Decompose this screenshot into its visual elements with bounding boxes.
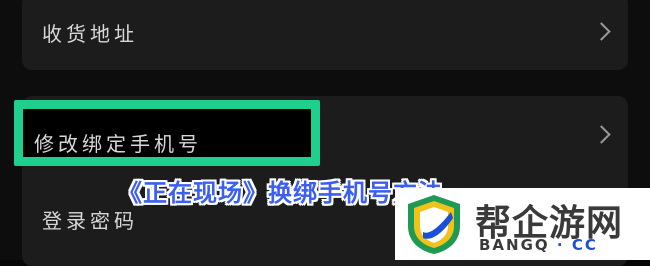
highlight-box: 修改绑定手机号 (14, 100, 320, 166)
watermark-domain-separator: · (556, 236, 565, 254)
settings-item-label: 修改绑定手机号 (34, 131, 202, 156)
settings-item-label: 收货地址 (42, 21, 138, 46)
settings-item-change-phone-highlighted[interactable]: 修改绑定手机号 (14, 107, 304, 177)
watermark: 帮企游网 BANGQ · CC (395, 188, 650, 260)
watermark-domain-right: CC (571, 236, 598, 254)
site-logo-icon (408, 195, 460, 254)
watermark-domain: BANGQ · CC (479, 236, 598, 254)
settings-card-address: 收货地址 (22, 0, 628, 70)
settings-item-shipping-address[interactable]: 收货地址 (22, 0, 628, 67)
watermark-domain-left: BANGQ (479, 236, 550, 254)
chevron-right-icon (592, 22, 611, 41)
chevron-right-icon (592, 125, 611, 144)
